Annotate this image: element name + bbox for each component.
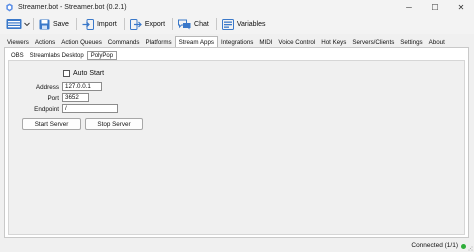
toolbar-separator [75,18,77,30]
connection-status-indicator [461,243,466,249]
start-server-button[interactable]: Start Server [22,118,81,130]
endpoint-label: Endpoint [34,106,59,113]
stop-server-button[interactable]: Stop Server [85,118,143,130]
subtab-polypop[interactable]: PolyPop [86,51,118,60]
title-bar: Streamer.bot - Streamer.bot (0.2.1) ─ ☐ … [0,0,474,14]
toolbar-separator [33,18,34,30]
streamerbot-logo-icon [6,2,13,12]
chat-icon [178,19,191,29]
save-label: Save [53,20,69,28]
toolbar-separator [215,18,217,30]
auto-start-checkbox[interactable] [63,70,70,77]
status-bar: Connected (1/1) [0,240,474,252]
chat-button[interactable]: Chat [175,16,212,32]
import-icon [82,18,94,30]
variables-icon [221,18,234,30]
import-label: Import [96,20,117,28]
variables-label: Variables [236,20,266,28]
maximize-button[interactable]: ☐ [422,0,448,14]
auto-start-label: Auto Start [73,70,105,77]
import-button[interactable]: Import [79,16,120,32]
minimize-button[interactable]: ─ [396,0,422,14]
save-icon [39,19,50,29]
export-icon [129,18,142,30]
save-button[interactable]: Save [36,16,72,32]
chevron-down-icon [24,22,30,27]
address-label: Address [35,84,59,91]
subtab-obs[interactable]: OBS [8,51,27,60]
window-title: Streamer.bot - Streamer.bot (0.2.1) [18,3,127,11]
subtab-streamlabs-desktop[interactable]: Streamlabs Desktop [27,51,87,60]
toolbar-separator [172,18,174,30]
toolbar-separator [123,18,125,30]
layout-dropdown-button[interactable] [6,17,31,31]
toolbar: Save Import Export Chat Variables [0,14,474,34]
export-button[interactable]: Export [127,16,168,32]
polypop-settings: Auto Start Address 127.0.0.1 Port 3652 E… [8,60,465,235]
resize-grip-icon[interactable] [468,246,473,251]
port-input[interactable]: 3652 [62,93,89,102]
connection-status: Connected (1/1) [411,242,458,249]
layout-icon [6,19,22,29]
address-input[interactable]: 127.0.0.1 [62,82,102,91]
auto-start-row[interactable]: Auto Start [63,70,104,77]
export-label: Export [144,20,166,28]
subtab-strip: OBS Streamlabs Desktop PolyPop [8,51,118,60]
close-button[interactable]: ✕ [448,0,474,14]
endpoint-input[interactable]: / [62,104,118,113]
variables-button[interactable]: Variables [219,16,269,32]
chat-label: Chat [194,20,209,28]
stream-apps-panel: OBS Streamlabs Desktop PolyPop Auto Star… [4,47,469,238]
port-label: Port [47,95,59,102]
